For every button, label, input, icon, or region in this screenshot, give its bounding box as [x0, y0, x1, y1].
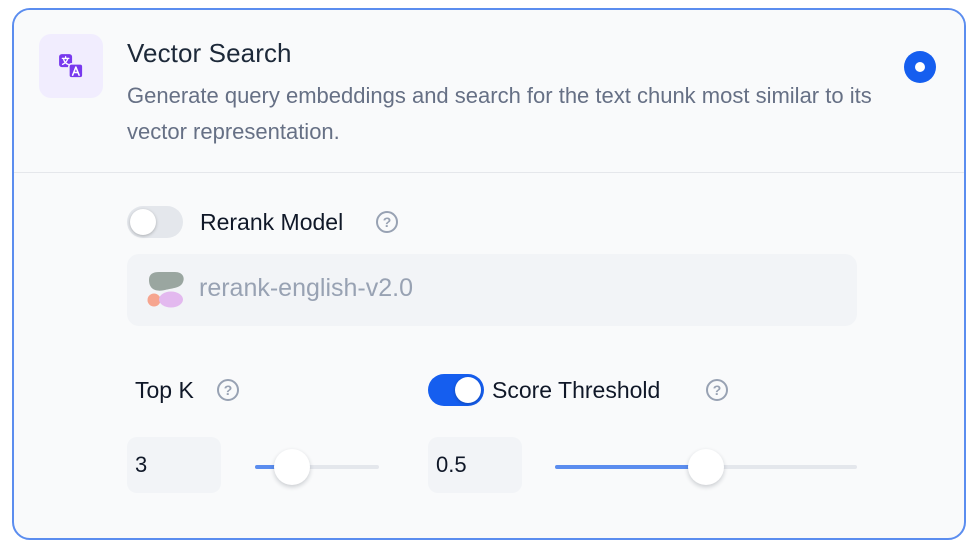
top-k-input[interactable] — [127, 437, 221, 493]
translate-icon — [39, 34, 103, 98]
toggle-knob — [455, 377, 481, 403]
score-threshold-label: Score Threshold — [492, 377, 661, 403]
rerank-model-selector[interactable]: rerank-english-v2.0 — [127, 254, 857, 326]
option-header[interactable]: Vector Search Generate query embeddings … — [14, 10, 964, 173]
question-circle-icon[interactable]: ? — [376, 211, 398, 233]
top-k-slider[interactable] — [255, 449, 379, 485]
rerank-toggle[interactable] — [127, 206, 183, 238]
top-k-label: Top K — [135, 377, 194, 403]
score-threshold-input[interactable] — [428, 437, 522, 493]
radio-selected-dot — [915, 62, 925, 72]
option-radio-button[interactable] — [904, 51, 936, 83]
slider-thumb[interactable] — [274, 449, 311, 485]
option-description: Generate query embeddings and search for… — [127, 83, 872, 144]
score-threshold-toggle[interactable] — [428, 374, 484, 406]
question-circle-icon[interactable]: ? — [706, 379, 728, 401]
slider-fill — [555, 465, 706, 469]
rerank-model-name: rerank-english-v2.0 — [199, 274, 413, 302]
slider-thumb[interactable] — [688, 449, 724, 485]
retrieval-option-card[interactable]: Vector Search Generate query embeddings … — [12, 8, 966, 540]
rerank-label: Rerank Model — [200, 209, 344, 235]
toggle-knob — [130, 209, 156, 235]
option-title: Vector Search — [127, 38, 292, 68]
score-threshold-slider[interactable] — [555, 449, 857, 485]
question-circle-icon[interactable]: ? — [217, 379, 239, 401]
cohere-logo-icon — [147, 272, 184, 308]
